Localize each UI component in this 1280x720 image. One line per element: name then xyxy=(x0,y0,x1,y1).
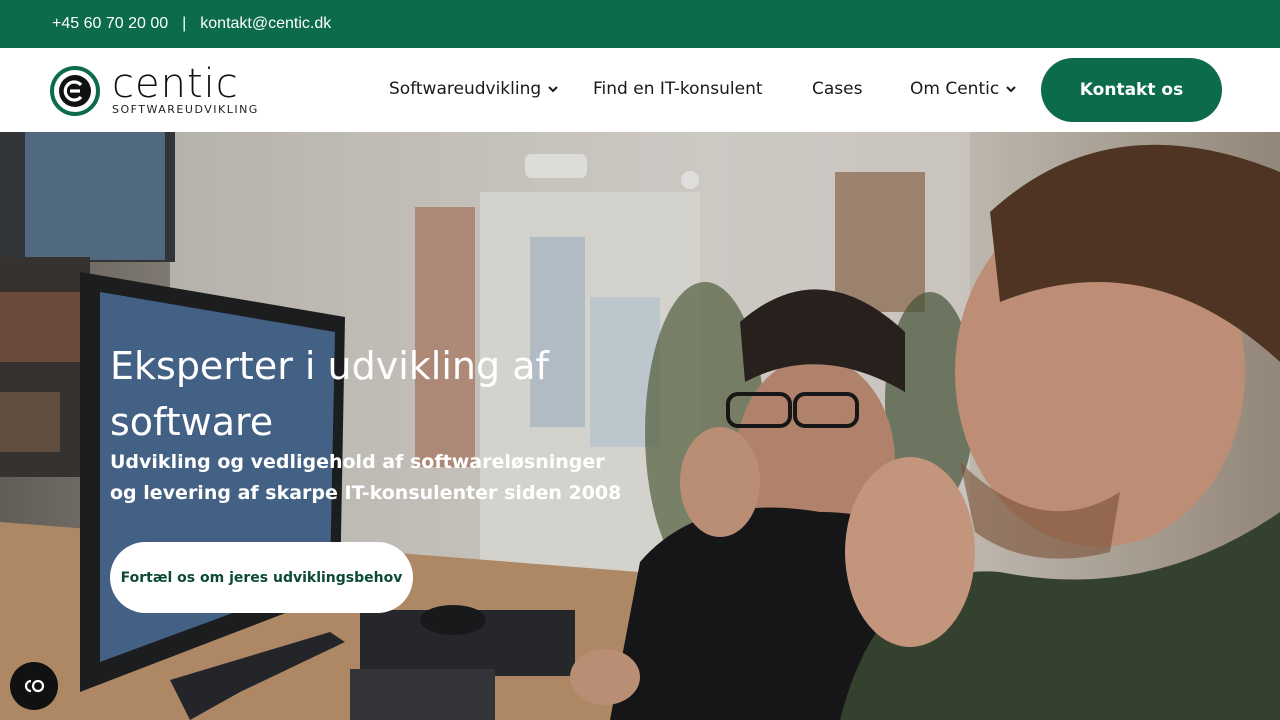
logo-mark-icon xyxy=(50,66,100,116)
phone-link[interactable]: +45 60 70 20 00 xyxy=(52,15,168,33)
hero-section: Eksperter i udvikling af software Udvikl… xyxy=(0,132,1280,720)
nav-item-find-konsulent[interactable]: Find en IT-konsulent xyxy=(593,79,763,99)
nav-item-label: Cases xyxy=(812,79,863,99)
nav-item-label: Om Centic xyxy=(910,79,1000,99)
cookie-settings-button[interactable] xyxy=(10,662,58,710)
cookie-settings-icon xyxy=(24,679,45,693)
hero-title: Eksperter i udvikling af software xyxy=(110,344,549,444)
top-contact-bar: +45 60 70 20 00 | kontakt@centic.dk xyxy=(0,0,1280,48)
chevron-down-icon xyxy=(548,86,558,93)
contact-button[interactable]: Kontakt os xyxy=(1041,58,1222,122)
logo-wordmark: centic xyxy=(112,60,239,107)
hero-subtitle: Udvikling og vedligehold af softwareløsn… xyxy=(110,451,622,504)
nav-item-label: Softwareudvikling xyxy=(389,79,542,99)
main-navigation: centic SOFTWAREUDVIKLING Softwareudvikli… xyxy=(0,48,1280,132)
chevron-down-icon xyxy=(1006,86,1016,93)
logo-tagline: SOFTWAREUDVIKLING xyxy=(112,102,259,116)
nav-item-om-centic[interactable]: Om Centic xyxy=(910,79,1017,99)
nav-item-softwareudvikling[interactable]: Softwareudvikling xyxy=(389,79,559,99)
separator: | xyxy=(182,15,187,32)
nav-item-cases[interactable]: Cases xyxy=(812,79,862,99)
email-link[interactable]: kontakt@centic.dk xyxy=(200,15,331,33)
nav-item-label: Find en IT-konsulent xyxy=(593,79,763,99)
logo[interactable]: centic SOFTWAREUDVIKLING xyxy=(50,60,259,117)
development-needs-button[interactable]: Fortæl os om jeres udviklingsbehov xyxy=(110,542,413,613)
